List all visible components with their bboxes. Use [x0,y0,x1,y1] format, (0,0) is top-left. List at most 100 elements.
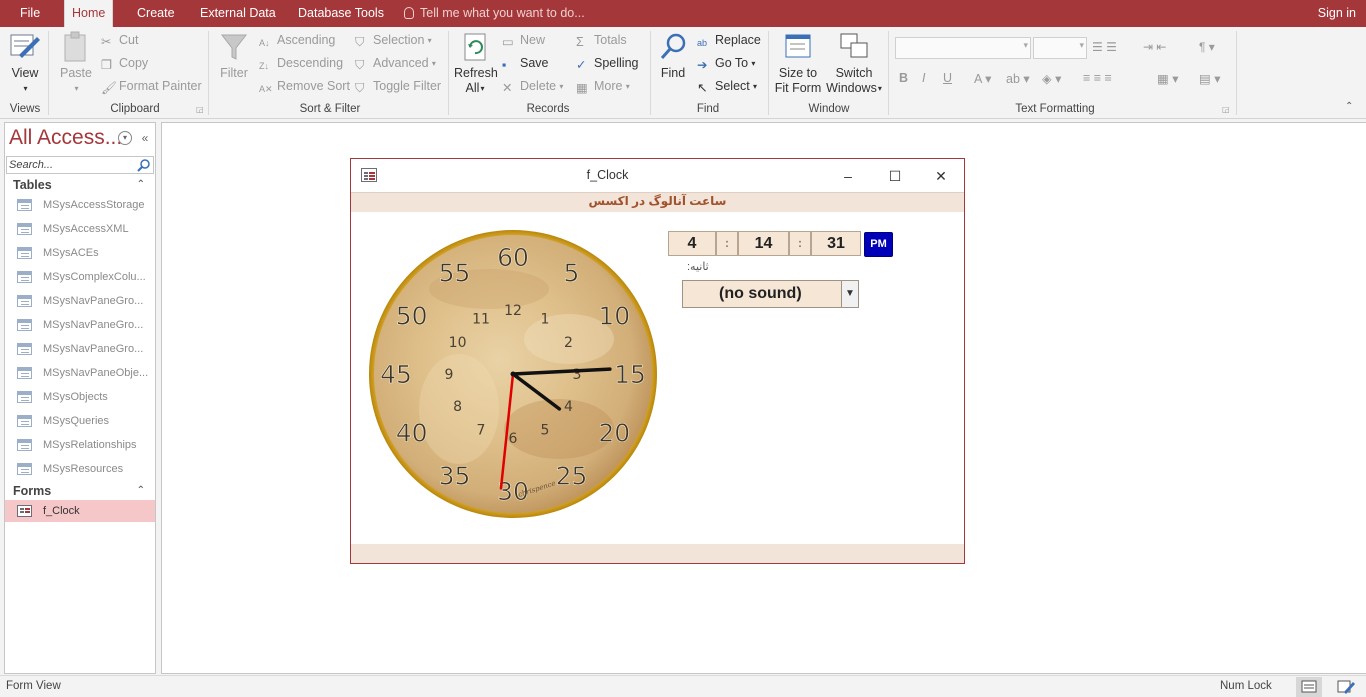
chevron-down-icon[interactable]: ▼ [841,281,858,307]
tab-create[interactable]: Create [130,0,182,27]
nav-menu-chevron-icon[interactable]: ▾ [118,131,132,145]
chevron-down-icon: ▾ [1079,40,1084,50]
nav-table-item[interactable]: MSysAccessStorage [5,194,155,216]
clock-inner-number: 2 [564,335,573,351]
nav-table-item[interactable]: MSysNavPaneGro... [5,290,155,312]
nav-item-label: MSysRelationships [43,439,137,451]
descending-button[interactable]: Z↓ Descending [259,56,343,74]
selection-button[interactable]: ⛉ Selection ▾ [355,33,432,49]
clock-inner-number: 10 [449,335,467,351]
minutes-field[interactable]: 14 [738,231,789,256]
collapse-ribbon-icon[interactable]: ⌃ [1345,101,1353,112]
font-name-combo[interactable]: ▾ [895,37,1031,59]
nav-section-forms[interactable]: Forms ⌃ [5,481,155,501]
more-button[interactable]: ▦ More ▾ [576,79,630,95]
highlight-icon[interactable]: ab ▾ [1006,71,1030,86]
replace-icon: ab [697,38,708,48]
goto-button[interactable]: ➔ Go To ▾ [697,56,755,72]
seconds-field[interactable]: 31 [811,231,861,256]
refresh-all-button[interactable]: Refresh All▾ [454,31,498,96]
clipboard-launcher-icon[interactable]: ◲ [196,105,204,114]
shutter-bar-close-icon[interactable]: « [138,131,152,145]
design-view-icon[interactable] [1332,677,1358,697]
toggle-filter-button[interactable]: ⛉ Toggle Filter [355,79,441,95]
text-formatting-group-label: Text Formatting [1015,103,1095,115]
new-record-button[interactable]: ▭ New [502,33,545,49]
fill-color-icon[interactable]: ◈ ▾ [1042,71,1061,86]
minimize-icon[interactable]: – [838,166,858,186]
form-title-bar[interactable]: f_Clock – ☐ ✕ [351,159,964,192]
sigma-icon: Σ [576,35,584,49]
am-pm-button[interactable]: PM [864,232,893,257]
filter-button[interactable]: Filter [216,31,252,81]
bullets-icon[interactable]: ☰ ☰ [1092,40,1117,54]
font-color-icon[interactable]: A ▾ [974,71,991,86]
tab-database-tools[interactable]: Database Tools [291,0,391,27]
status-bar: Form View Num Lock [0,675,1366,697]
remove-sort-button[interactable]: A✕ Remove Sort [259,79,350,97]
select-button[interactable]: ↖ Select ▾ [697,79,757,95]
form-view-icon[interactable] [1296,677,1322,697]
gridlines-icon[interactable]: ▦ ▾ [1157,71,1179,86]
tab-external-data[interactable]: External Data [193,0,283,27]
find-button[interactable]: Find [656,31,690,81]
advanced-button[interactable]: ⛉ Advanced ▾ [355,56,436,72]
nav-search-input[interactable]: Search... [6,156,154,174]
forms-header-label: Forms [13,484,52,498]
nav-item-label: f_Clock [43,505,80,517]
chevron-down-icon: ▾ [1023,40,1028,50]
text-formatting-launcher-icon[interactable]: ◲ [1222,105,1230,114]
paragraph-direction-icon[interactable]: ¶ ▾ [1199,40,1215,54]
time-separator: : [789,231,811,256]
copy-button[interactable]: ❐ Copy [101,56,148,72]
cut-button[interactable]: ✂ Cut [101,33,138,49]
tell-me-box[interactable]: Tell me what you want to do... [404,0,585,27]
lightbulb-icon [404,7,414,19]
scissors-icon: ✂ [101,35,112,49]
nav-table-item[interactable]: MSysComplexColu... [5,266,155,288]
indent-icon[interactable]: ⇥ ⇤ [1143,40,1166,54]
alternate-row-color-icon[interactable]: ▤ ▾ [1199,71,1221,86]
nav-table-item[interactable]: MSysQueries [5,410,155,432]
tab-home[interactable]: Home [64,0,114,28]
format-painter-button[interactable]: 🖌 Format Painter [101,79,202,95]
status-view-text: Form View [6,680,61,692]
hours-field[interactable]: 4 [668,231,716,256]
view-button[interactable]: View ▾ [8,31,42,96]
save-record-button[interactable]: ▪ Save [502,56,549,72]
clock-inner-number: 7 [477,422,486,438]
paste-button[interactable]: Paste ▾ [58,31,94,96]
maximize-icon[interactable]: ☐ [885,166,905,186]
nav-table-item[interactable]: MSysResources [5,458,155,480]
spelling-button[interactable]: ✓ Spelling [576,56,638,72]
clock-inner-number: 5 [541,422,550,438]
totals-button[interactable]: Σ Totals [576,33,627,49]
clock-outer-number: 60 [497,243,529,272]
copy-icon: ❐ [101,58,113,72]
tab-file[interactable]: File [13,0,47,27]
underline-button[interactable]: U [943,71,952,85]
nav-form-item-f-clock[interactable]: f_Clock [5,500,155,522]
nav-table-item[interactable]: MSysNavPaneGro... [5,338,155,360]
bold-button[interactable]: B [899,71,908,85]
ascending-button[interactable]: A↓ Ascending [259,33,335,51]
replace-button[interactable]: ab Replace [697,33,761,51]
switch-windows-button[interactable]: Switch Windows▾ [824,31,884,96]
align-icons[interactable]: ≡ ≡ ≡ [1083,71,1112,85]
italic-button[interactable]: I [922,71,925,85]
nav-table-item[interactable]: MSysACEs [5,242,155,264]
nav-item-label: MSysNavPaneGro... [43,319,144,331]
nav-table-item[interactable]: MSysObjects [5,386,155,408]
delete-record-button[interactable]: ✕ Delete ▾ [502,79,563,95]
size-to-fit-button[interactable]: Size to Fit Form [774,31,822,96]
nav-table-item[interactable]: MSysRelationships [5,434,155,456]
nav-pane-title[interactable]: All Access... [9,126,122,150]
nav-table-item[interactable]: MSysAccessXML [5,218,155,240]
nav-table-item[interactable]: MSysNavPaneObje... [5,362,155,384]
font-size-combo[interactable]: ▾ [1033,37,1087,59]
nav-table-item[interactable]: MSysNavPaneGro... [5,314,155,336]
nav-section-tables[interactable]: Tables ⌃ [5,175,155,195]
close-icon[interactable]: ✕ [931,166,951,186]
sign-in-link[interactable]: Sign in [1318,0,1356,27]
sound-combo[interactable]: (no sound) ▼ [682,280,859,308]
